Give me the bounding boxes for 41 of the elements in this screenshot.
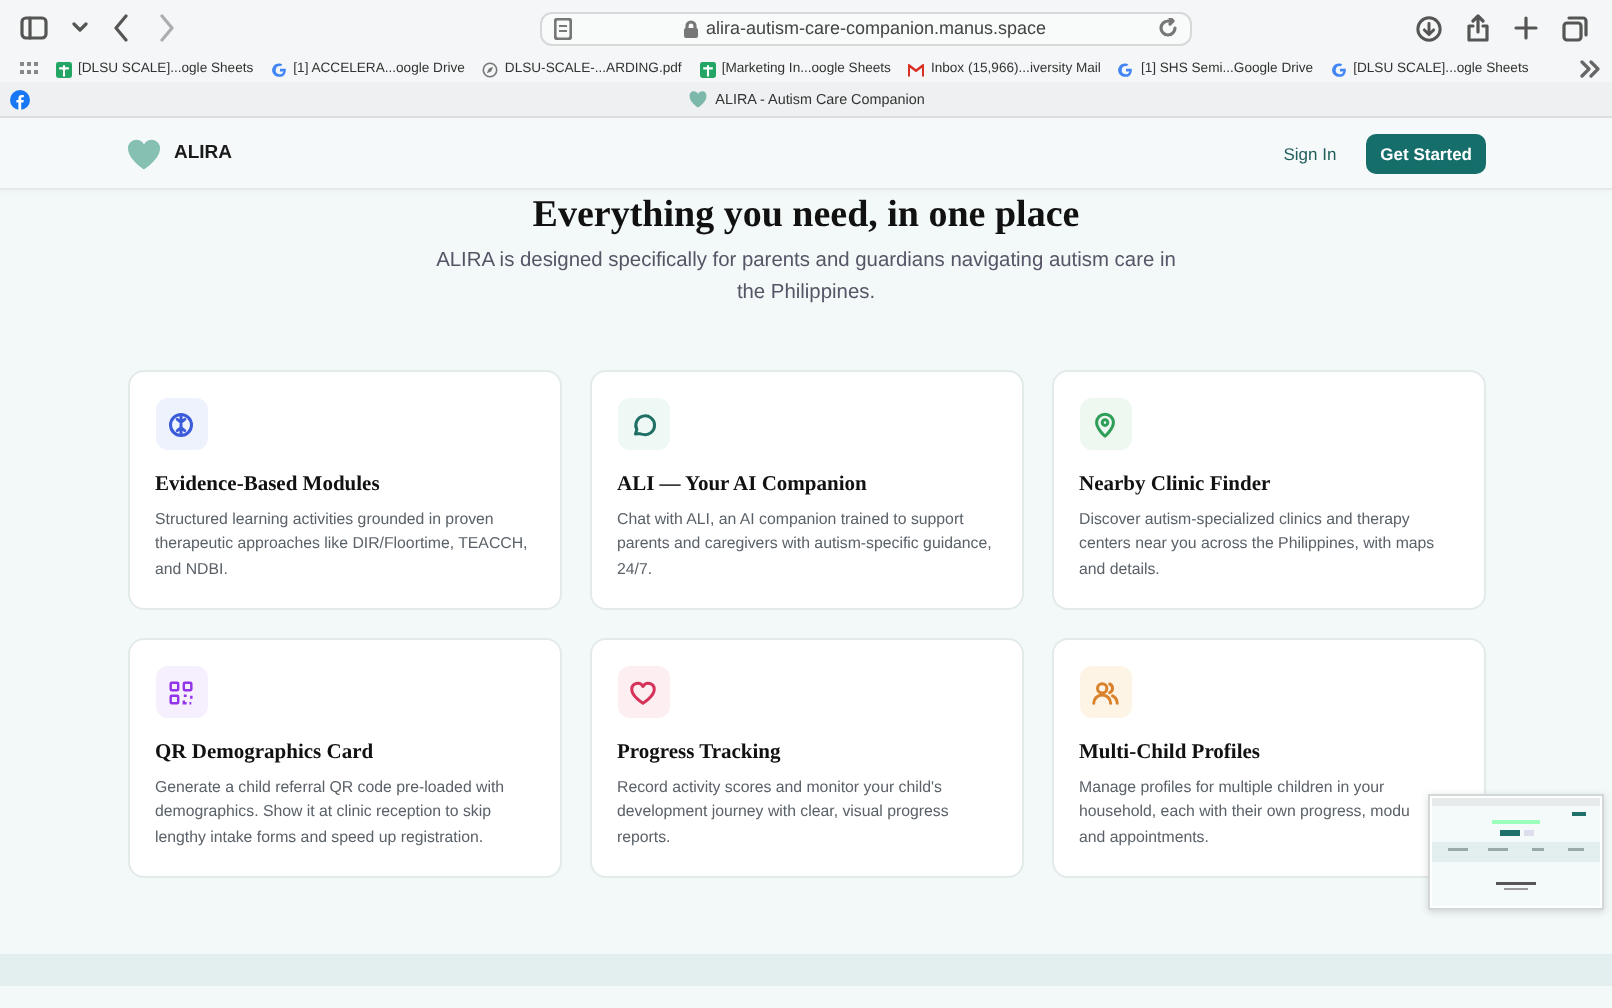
map-pin-icon [1090,409,1120,439]
card-title: Progress Tracking [617,742,783,764]
chat-bubble-icon [628,409,658,439]
section-heading: Everything you need, in one place [532,194,1080,238]
address-bar[interactable]: alira-autism-care-companion.manus.space [540,11,1192,45]
reload-icon[interactable] [1157,18,1178,38]
back-icon[interactable] [112,14,132,42]
heart-icon [628,677,658,707]
get-started-button[interactable]: Get Started [1366,133,1486,173]
people-icon [1090,677,1120,707]
google-icon [271,61,288,77]
chevron-down-icon[interactable] [72,22,88,34]
brand-name: ALIRA [174,142,233,164]
download-icon[interactable] [1416,15,1442,41]
mail-icon [908,61,925,77]
google-icon [1118,61,1135,77]
compass-icon [482,61,499,77]
sheets-icon [56,61,72,77]
heart-icon [687,89,708,109]
share-icon[interactable] [1466,14,1490,42]
page-icon [554,17,572,39]
sidebar-icon[interactable] [20,16,48,40]
url-text: alira-autism-care-companion.manus.space [705,18,1047,38]
plus-icon[interactable] [1514,16,1538,40]
facebook-icon[interactable] [10,89,30,109]
google-icon [1331,61,1348,77]
card-title: Evidence-Based Modules [155,474,382,496]
grid-icon[interactable] [20,62,38,76]
qr-code-icon [166,677,196,707]
screenshot-thumbnail[interactable] [1428,794,1604,910]
tabs-overview-icon[interactable] [1562,15,1588,41]
card-title: Nearby Clinic Finder [1079,474,1273,496]
lock-icon [683,19,698,37]
sheets-icon [699,61,716,77]
card-title: Multi-Child Profiles [1079,742,1263,764]
card-title: QR Demographics Card [155,742,376,764]
card-title: ALI — Your AI Companion [617,474,869,496]
heart-logo-icon [126,137,162,169]
sign-in-link[interactable]: Sign In [1283,143,1337,163]
more-chevrons-icon[interactable] [1580,60,1600,78]
section-subtitle: ALIRA is designed specifically for parents and guardians navigating autism care in the Philippines. [434,248,1178,308]
